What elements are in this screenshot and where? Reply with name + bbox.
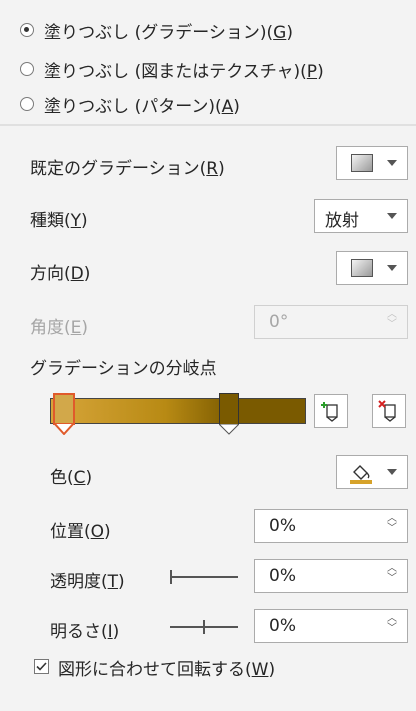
radio-pattern-fill[interactable]: 塗りつぶし (パターン)(A): [20, 91, 240, 117]
slider-thumb[interactable]: [170, 570, 172, 584]
radio-label: 塗りつぶし (パターン)(A): [44, 96, 240, 117]
radio-picture-texture-fill[interactable]: 塗りつぶし (図またはテクスチャ)(P): [20, 56, 324, 82]
add-gradient-stop-button[interactable]: [314, 394, 348, 428]
spin-arrows-icon[interactable]: ︿ ﹀: [387, 614, 397, 634]
preset-gradient-label: 既定のグラデーション(R): [30, 159, 225, 179]
chevron-down-icon: [387, 213, 397, 219]
brightness-value: 0%: [269, 616, 296, 636]
checkmark-icon: [36, 662, 47, 671]
spin-arrows-icon[interactable]: ︿ ﹀: [387, 564, 397, 584]
position-spinner[interactable]: 0% ︿ ﹀: [254, 509, 408, 543]
brightness-slider[interactable]: [170, 620, 238, 634]
gradient-stops-label: グラデーションの分岐点: [30, 359, 217, 379]
transparency-label: 透明度(T): [50, 572, 125, 592]
chevron-down-icon: [387, 160, 397, 166]
section-divider: [0, 124, 416, 126]
chevron-down-icon: [387, 469, 397, 475]
angle-label: 角度(E): [30, 318, 89, 338]
type-dropdown[interactable]: 放射: [314, 199, 408, 233]
gradient-direction-icon: [351, 259, 373, 277]
rotate-with-shape-checkbox[interactable]: [34, 659, 49, 674]
brightness-spinner[interactable]: 0% ︿ ﹀: [254, 609, 408, 643]
stop-pointer-icon: [53, 423, 75, 435]
radio-label: 塗りつぶし (グラデーション)(G): [44, 22, 293, 43]
radio-indicator[interactable]: [20, 62, 34, 76]
position-value: 0%: [269, 516, 296, 536]
remove-gradient-stop-button[interactable]: [372, 394, 406, 428]
gradient-swatch-icon: [351, 154, 373, 172]
stop-pointer-icon: [219, 424, 239, 435]
add-stop-icon: [321, 402, 338, 422]
gradient-stop-selected[interactable]: [53, 393, 75, 425]
radio-indicator[interactable]: [20, 97, 34, 111]
angle-value: 0°: [269, 312, 289, 332]
slider-thumb[interactable]: [203, 620, 205, 634]
color-dropdown[interactable]: [336, 455, 408, 489]
radio-indicator[interactable]: [20, 23, 34, 37]
radio-label: 塗りつぶし (図またはテクスチャ)(P): [44, 61, 324, 82]
radio-gradient-fill[interactable]: 塗りつぶし (グラデーション)(G): [20, 17, 293, 43]
transparency-slider[interactable]: [170, 570, 238, 584]
transparency-value: 0%: [269, 566, 296, 586]
direction-label: 方向(D): [30, 264, 91, 284]
remove-stop-icon: [378, 400, 396, 422]
gradient-stop[interactable]: [219, 393, 239, 425]
angle-spinner[interactable]: 0° ︿ ﹀: [254, 305, 408, 339]
gradient-stops-bar[interactable]: [50, 393, 306, 435]
brightness-label: 明るさ(I): [50, 622, 120, 642]
direction-dropdown[interactable]: [336, 251, 408, 285]
preset-gradient-dropdown[interactable]: [336, 146, 408, 180]
rotate-with-shape-label: 図形に合わせて回転する(W): [58, 660, 276, 680]
paint-bucket-icon: [350, 465, 372, 484]
position-label: 位置(O): [50, 522, 111, 542]
color-label: 色(C): [50, 468, 93, 488]
transparency-spinner[interactable]: 0% ︿ ﹀: [254, 559, 408, 593]
spin-arrows-icon[interactable]: ︿ ﹀: [387, 514, 397, 534]
spin-arrows-icon: ︿ ﹀: [387, 309, 397, 330]
type-value: 放射: [325, 211, 359, 231]
gradient-preview: [50, 398, 306, 424]
type-label: 種類(Y): [30, 211, 88, 231]
chevron-down-icon: [387, 265, 397, 271]
